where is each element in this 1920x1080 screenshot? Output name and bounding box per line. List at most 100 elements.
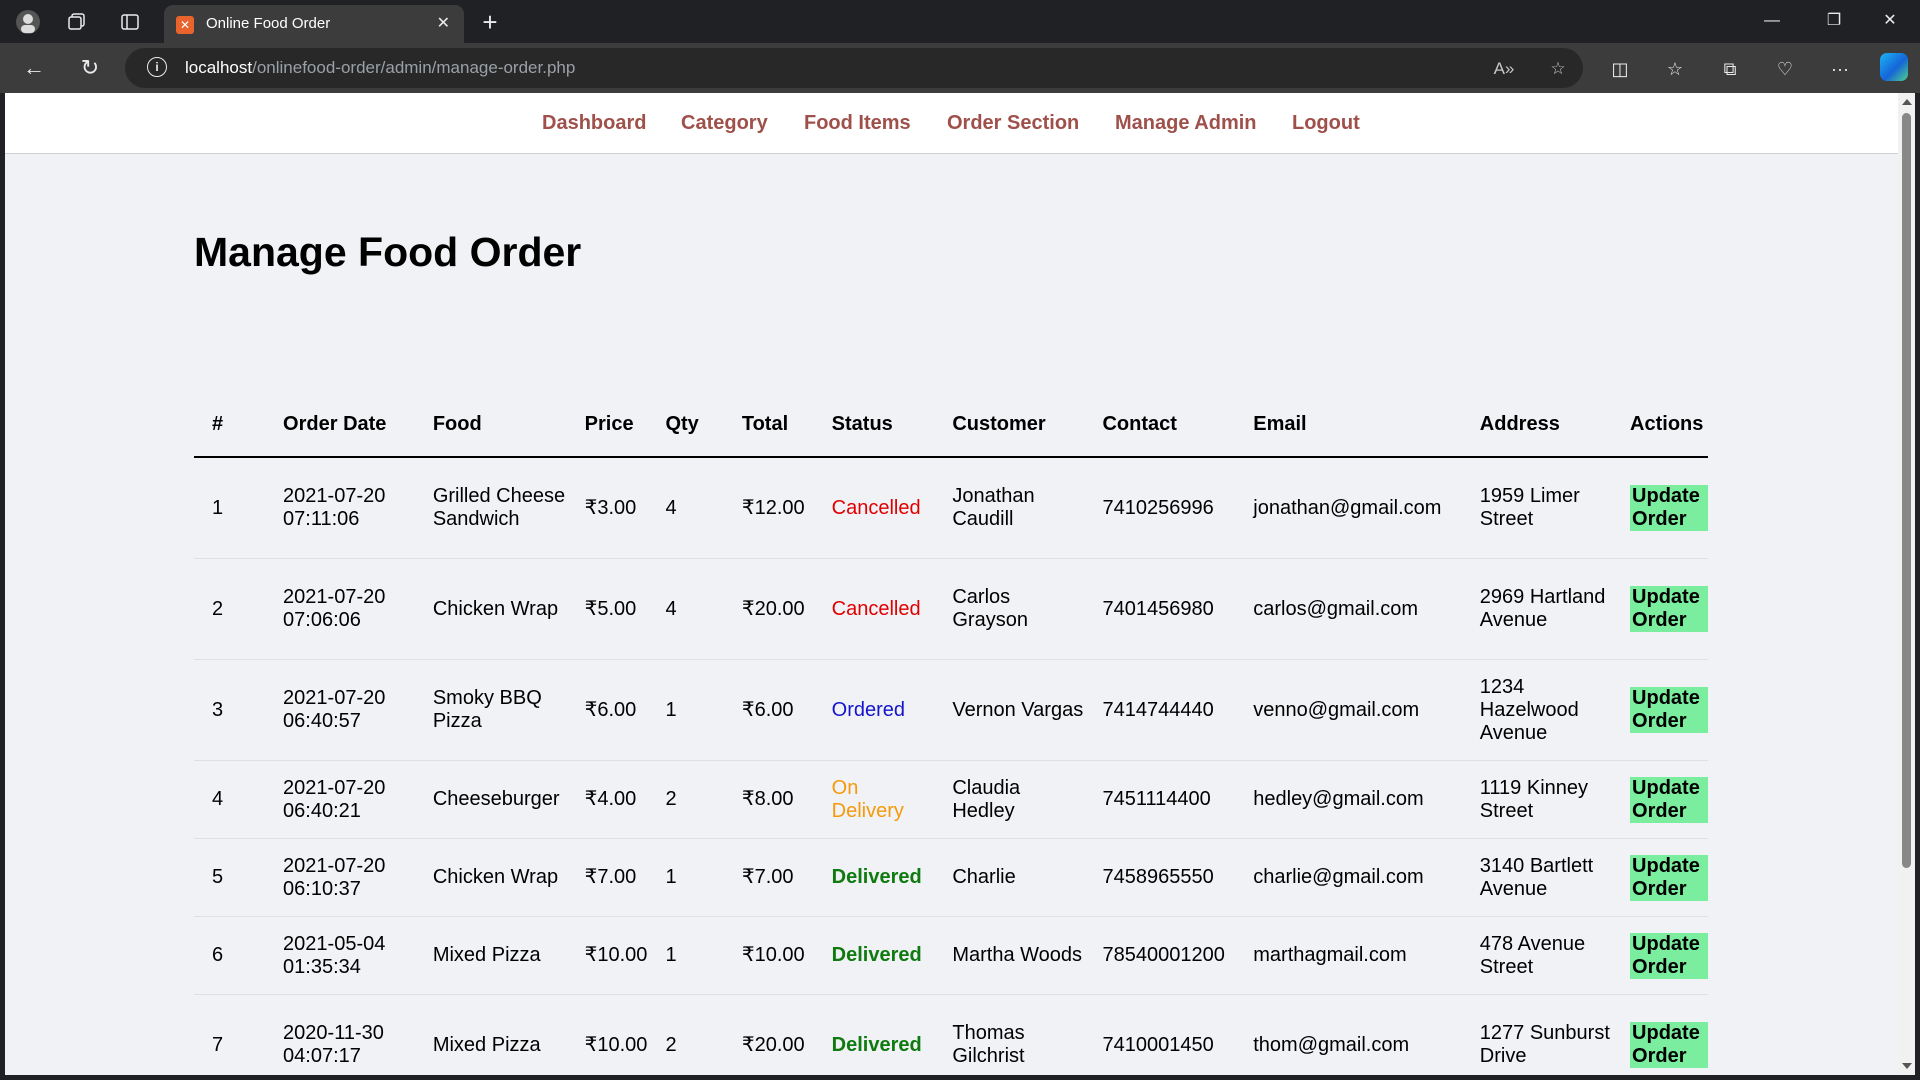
cell-actions: Update Order: [1612, 659, 1708, 761]
tab-actions-icon[interactable]: [116, 8, 144, 36]
cell-qty: 1: [647, 916, 724, 995]
cell-address: 1277 Sunburst Drive: [1461, 994, 1613, 1075]
cell-order-date: 2021-05-04 01:35:34: [265, 916, 415, 995]
vertical-scrollbar[interactable]: [1898, 93, 1915, 1075]
cell-total: ₹10.00: [723, 916, 814, 995]
back-icon[interactable]: ←: [19, 53, 49, 83]
cell-total: ₹7.00: [723, 838, 814, 917]
close-window-icon[interactable]: ✕: [1870, 8, 1910, 34]
cell-email: charlie@gmail.com: [1235, 838, 1462, 917]
top-menu: Dashboard Category Food Items Order Sect…: [5, 93, 1898, 154]
active-tab[interactable]: ✕ Online Food Order ✕: [164, 5, 464, 43]
browser-tab-bar: ✕ Online Food Order ✕ + — ❐ ✕: [0, 0, 1920, 43]
status-delivered: Delivered: [813, 994, 935, 1075]
table-row: 2 2021-07-20 07:06:06 Chicken Wrap ₹5.00…: [194, 558, 1708, 660]
scroll-down-icon[interactable]: [1902, 1063, 1912, 1069]
cell-actions: Update Order: [1612, 558, 1708, 660]
cell-email: marthagmail.com: [1235, 916, 1462, 995]
profile-icon[interactable]: [14, 8, 42, 36]
cell-food: Cheeseburger: [414, 760, 567, 839]
cell-num: 6: [194, 916, 266, 995]
status-delivered: Delivered: [813, 838, 935, 917]
scroll-thumb[interactable]: [1902, 113, 1911, 868]
header-price: Price: [566, 393, 648, 458]
cell-price: ₹7.00: [566, 838, 648, 917]
more-icon[interactable]: ···: [1826, 55, 1854, 83]
menu-dashboard[interactable]: Dashboard: [542, 112, 646, 135]
cell-contact: 7410001450: [1084, 994, 1236, 1075]
update-order-button[interactable]: Update Order: [1630, 687, 1708, 733]
update-order-button[interactable]: Update Order: [1630, 776, 1708, 823]
copilot-icon[interactable]: [1880, 53, 1908, 81]
header-food: Food: [414, 393, 567, 458]
cell-num: 1: [194, 457, 266, 559]
read-aloud-icon[interactable]: A»: [1491, 56, 1517, 82]
tab-title: Online Food Order: [206, 15, 331, 32]
update-order-button[interactable]: Update Order: [1630, 854, 1708, 901]
favorites-icon[interactable]: ☆: [1661, 55, 1689, 83]
menu-order-section[interactable]: Order Section: [947, 112, 1079, 135]
cell-total: ₹12.00: [723, 457, 814, 559]
menu-logout[interactable]: Logout: [1292, 112, 1360, 135]
browser-essentials-icon[interactable]: ♡: [1771, 55, 1799, 83]
cell-price: ₹10.00: [566, 994, 648, 1075]
url-bar[interactable]: i localhost/onlinefood-order/admin/manag…: [125, 48, 1583, 88]
cell-qty: 2: [647, 994, 724, 1075]
table-row: 6 2021-05-04 01:35:34 Mixed Pizza ₹10.00…: [194, 916, 1708, 995]
status-cancelled: Cancelled: [813, 558, 935, 660]
restore-icon[interactable]: ❐: [1814, 8, 1854, 34]
scroll-up-icon[interactable]: [1902, 99, 1912, 105]
cell-address: 2969 Hartland Avenue: [1461, 558, 1613, 660]
update-order-button[interactable]: Update Order: [1630, 586, 1708, 632]
cell-order-date: 2021-07-20 07:06:06: [265, 558, 415, 660]
header-order-date: Order Date: [265, 393, 415, 458]
cell-num: 2: [194, 558, 266, 660]
split-screen-icon[interactable]: ◫: [1606, 55, 1634, 83]
cell-email: venno@gmail.com: [1235, 659, 1462, 761]
status-delivered: Delivered: [813, 916, 935, 995]
cell-order-date: 2021-07-20 06:10:37: [265, 838, 415, 917]
cell-customer: Charlie: [934, 838, 1085, 917]
favorite-star-icon[interactable]: ☆: [1545, 56, 1571, 82]
site-info-icon[interactable]: i: [147, 57, 167, 77]
table-row: 5 2021-07-20 06:10:37 Chicken Wrap ₹7.00…: [194, 838, 1708, 917]
menu-manage-admin[interactable]: Manage Admin: [1115, 112, 1257, 135]
update-order-button[interactable]: Update Order: [1630, 485, 1708, 531]
cell-contact: 78540001200: [1084, 916, 1236, 995]
menu-category[interactable]: Category: [681, 112, 768, 135]
cell-price: ₹4.00: [566, 760, 648, 839]
cell-total: ₹8.00: [723, 760, 814, 839]
menu-food-items[interactable]: Food Items: [804, 112, 911, 135]
header-email: Email: [1235, 393, 1462, 458]
status-cancelled: Cancelled: [813, 457, 935, 559]
url-text[interactable]: localhost/onlinefood-order/admin/manage-…: [185, 58, 575, 78]
cell-email: thom@gmail.com: [1235, 994, 1462, 1075]
cell-price: ₹6.00: [566, 659, 648, 761]
cell-contact: 7401456980: [1084, 558, 1236, 660]
cell-qty: 1: [647, 659, 724, 761]
table-header-row: # Order Date Food Price Qty Total Status…: [194, 393, 1708, 458]
collections-icon[interactable]: ⧉: [1716, 55, 1744, 83]
close-tab-icon[interactable]: ✕: [437, 13, 450, 33]
new-tab-icon[interactable]: +: [476, 7, 504, 37]
minimize-icon[interactable]: —: [1752, 8, 1792, 34]
cell-food: Mixed Pizza: [414, 994, 567, 1075]
cell-email: carlos@gmail.com: [1235, 558, 1462, 660]
workspaces-icon[interactable]: [63, 8, 91, 36]
orders-table: # Order Date Food Price Qty Total Status…: [194, 393, 1708, 1075]
update-order-button[interactable]: Update Order: [1630, 932, 1708, 979]
header-total: Total: [723, 393, 814, 458]
refresh-icon[interactable]: ↻: [75, 53, 105, 83]
cell-total: ₹20.00: [723, 558, 814, 660]
cell-order-date: 2020-11-30 04:07:17: [265, 994, 415, 1075]
table-row: 3 2021-07-20 06:40:57 Smoky BBQ Pizza ₹6…: [194, 659, 1708, 761]
header-actions: Actions: [1612, 393, 1708, 458]
header-address: Address: [1461, 393, 1613, 458]
cell-food: Smoky BBQ Pizza: [414, 659, 567, 761]
update-order-button[interactable]: Update Order: [1630, 1022, 1708, 1068]
cell-actions: Update Order: [1612, 838, 1708, 917]
cell-contact: 7458965550: [1084, 838, 1236, 917]
cell-qty: 4: [647, 457, 724, 559]
cell-email: jonathan@gmail.com: [1235, 457, 1462, 559]
header-qty: Qty: [647, 393, 724, 458]
